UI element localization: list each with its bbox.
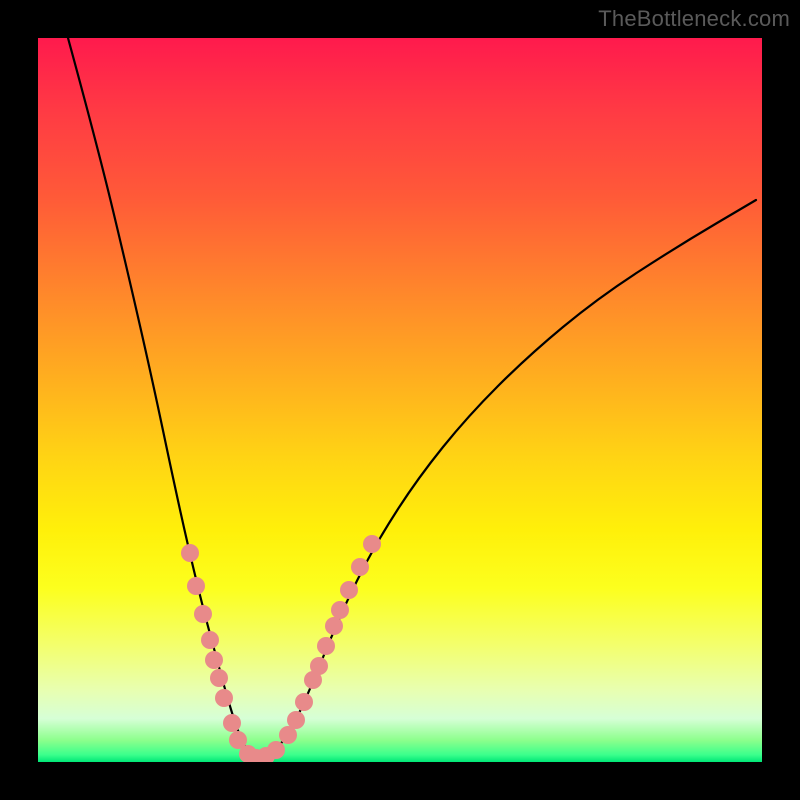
- data-marker: [205, 651, 223, 669]
- curve-layer: [38, 38, 762, 762]
- data-markers: [181, 535, 381, 762]
- data-marker: [325, 617, 343, 635]
- data-marker: [317, 637, 335, 655]
- data-marker: [363, 535, 381, 553]
- chart-container: TheBottleneck.com: [0, 0, 800, 800]
- bottleneck-curve-right: [258, 200, 756, 758]
- data-marker: [223, 714, 241, 732]
- data-marker: [201, 631, 219, 649]
- data-marker: [181, 544, 199, 562]
- bottleneck-curve-left: [68, 38, 258, 758]
- data-marker: [351, 558, 369, 576]
- plot-area: [38, 38, 762, 762]
- data-marker: [331, 601, 349, 619]
- data-marker: [340, 581, 358, 599]
- data-marker: [210, 669, 228, 687]
- data-marker: [215, 689, 233, 707]
- data-marker: [287, 711, 305, 729]
- watermark-text: TheBottleneck.com: [598, 6, 790, 32]
- data-marker: [310, 657, 328, 675]
- data-marker: [295, 693, 313, 711]
- data-marker: [267, 741, 285, 759]
- data-marker: [194, 605, 212, 623]
- data-marker: [187, 577, 205, 595]
